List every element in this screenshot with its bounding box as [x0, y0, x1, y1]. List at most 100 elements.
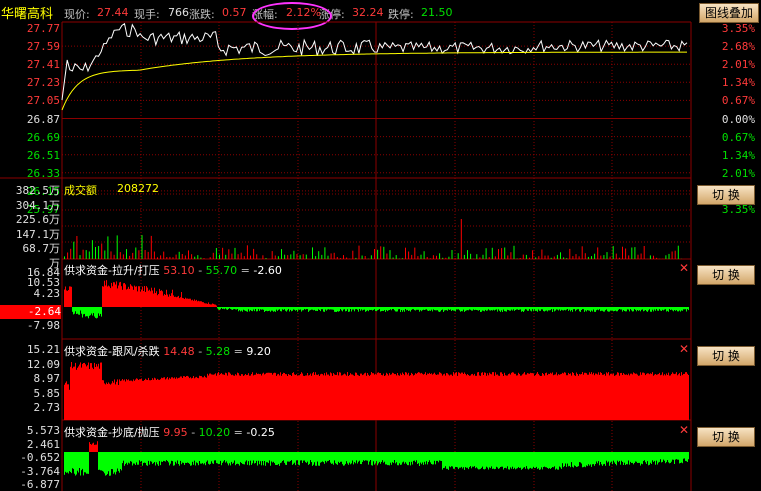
- panel2-bar: [567, 307, 568, 309]
- volume-bar: [246, 245, 248, 259]
- panel2-bar: [384, 307, 385, 311]
- panel4-bar: [426, 452, 427, 462]
- panel4-bar: [107, 452, 108, 474]
- panel2-switch-button[interactable]: 切 换: [697, 265, 755, 285]
- panel3-bar: [367, 373, 368, 420]
- panel2-bar: [665, 307, 666, 310]
- panel4-bar: [109, 452, 110, 476]
- panel4-bar: [439, 452, 440, 461]
- panel3-bar: [232, 374, 233, 420]
- panel2-bar: [67, 290, 68, 307]
- panel3-bar: [467, 374, 468, 420]
- panel3-bar: [569, 374, 570, 420]
- panel2-close-icon[interactable]: ✕: [679, 261, 689, 275]
- panel3-bar: [325, 375, 326, 420]
- panel4-bar: [170, 452, 171, 464]
- panel4-bar: [354, 452, 355, 463]
- panel3-bar: [658, 374, 659, 420]
- panel4-bar: [255, 452, 256, 463]
- panel2-bar: [235, 307, 236, 310]
- panel2-bar: [278, 307, 279, 310]
- price-axis-right-label-6: 0.67%: [721, 130, 755, 144]
- panel4-bar: [154, 452, 155, 462]
- volume-bar: [603, 255, 605, 259]
- volume-switch-button[interactable]: 切 换: [697, 185, 755, 205]
- volume-bar: [321, 254, 323, 259]
- panel2-bar: [671, 307, 672, 310]
- panel4-bar: [513, 452, 514, 469]
- panel3-bar: [403, 373, 404, 420]
- panel4-bar: [78, 452, 79, 473]
- panel2-bar: [198, 300, 199, 307]
- panel4-bar: [579, 452, 580, 463]
- panel2-bar: [153, 293, 154, 307]
- panel4-bar: [447, 452, 448, 469]
- panel2-bar: [470, 307, 471, 310]
- panel2-bar: [530, 307, 531, 311]
- panel3-bar: [626, 374, 627, 420]
- panel4-bar: [311, 452, 312, 463]
- panel3-bar: [429, 372, 430, 420]
- panel4-bar: [529, 452, 530, 469]
- panel3-bar: [125, 381, 126, 420]
- panel3-bar: [414, 374, 415, 420]
- panel2-bar: [552, 307, 553, 312]
- panel2-bar: [659, 307, 660, 310]
- panel3-bar: [474, 373, 475, 420]
- panel4-bar: [257, 452, 258, 466]
- panel4-bar: [100, 452, 101, 471]
- panel3-switch-button[interactable]: 切 换: [697, 346, 755, 366]
- panel4-bar: [213, 452, 214, 464]
- panel2-bar: [640, 307, 641, 312]
- panel3-bar: [411, 372, 412, 420]
- panel2-bar: [270, 307, 271, 312]
- panel4-bar: [261, 452, 262, 466]
- panel3-bar: [563, 373, 564, 420]
- panel3-bar: [91, 363, 92, 420]
- volume-bar: [370, 255, 372, 259]
- panel2-bar: [131, 285, 132, 307]
- panel4-bar: [233, 452, 234, 463]
- panel2-bar: [151, 287, 152, 307]
- panel3-bar: [665, 375, 666, 420]
- volume-bar: [299, 255, 301, 259]
- panel4-bar: [116, 452, 117, 472]
- panel3-bar: [130, 380, 131, 420]
- panel2-bar: [467, 307, 468, 311]
- panel3-bar: [103, 380, 104, 420]
- panel4-close-icon[interactable]: ✕: [679, 423, 689, 437]
- panel2-bar: [146, 286, 147, 307]
- panel3-bar: [121, 380, 122, 420]
- panel3-bar: [611, 373, 612, 420]
- volume-bar: [305, 254, 307, 259]
- panel3-bar: [379, 373, 380, 420]
- panel3-bar: [496, 374, 497, 420]
- volume-bar: [618, 257, 620, 259]
- panel3-bar: [577, 374, 578, 420]
- panel3-bar: [292, 373, 293, 420]
- panel4-bar: [472, 452, 473, 467]
- panel2-bar: [336, 307, 337, 312]
- panel3-bar: [208, 375, 209, 420]
- panel2-bar: [110, 288, 111, 307]
- panel3-bar: [147, 380, 148, 420]
- panel3-bar: [297, 375, 298, 420]
- panel3-bar: [150, 380, 151, 420]
- panel2-bar: [109, 286, 110, 307]
- panel4-bar: [184, 452, 185, 465]
- panel3-bar: [273, 373, 274, 420]
- panel2-bar: [562, 307, 563, 311]
- panel3-bar: [351, 374, 352, 420]
- panel3-bar: [198, 378, 199, 420]
- panel3-bar: [133, 379, 134, 420]
- panel3-close-icon[interactable]: ✕: [679, 342, 689, 356]
- panel3-bar: [329, 375, 330, 420]
- volume-bar: [463, 254, 465, 259]
- panel2-bar: [310, 307, 311, 311]
- panel4-bar: [601, 452, 602, 465]
- panel2-bar: [478, 307, 479, 311]
- panel2-bar: [93, 307, 94, 314]
- panel4-bar: [467, 452, 468, 468]
- panel2-bar: [549, 307, 550, 311]
- panel4-switch-button[interactable]: 切 换: [697, 427, 755, 447]
